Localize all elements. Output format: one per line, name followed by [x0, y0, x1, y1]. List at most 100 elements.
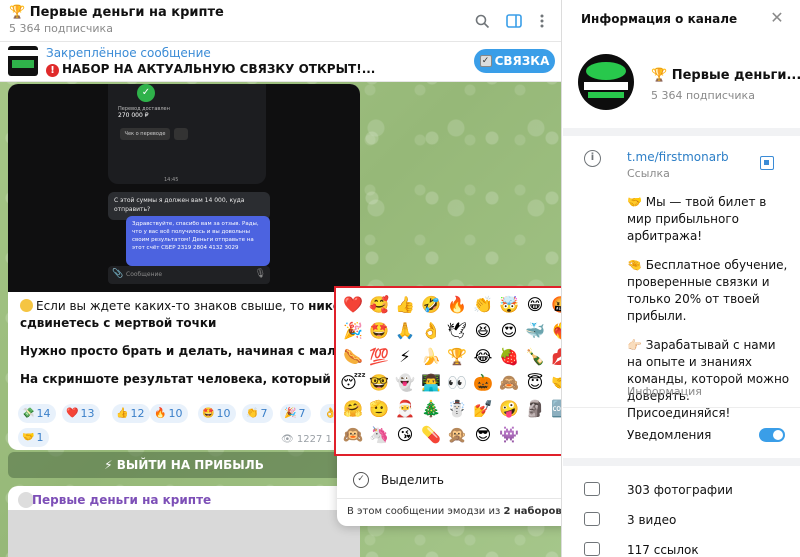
reaction-emoji-option[interactable]: 🕊 — [444, 318, 470, 344]
reaction-emoji-option[interactable]: 👍 — [392, 292, 418, 318]
post-paragraph-1: Если вы ждете каких-то знаков свыше, то … — [20, 298, 360, 332]
reaction-emoji-option[interactable]: 💊 — [418, 422, 444, 448]
qr-code-icon[interactable] — [760, 156, 774, 170]
reaction-chip[interactable]: 🤩 10 — [198, 404, 237, 423]
reaction-emoji: 🔥 — [154, 408, 167, 419]
context-menu-select[interactable]: Выделить — [381, 473, 444, 487]
reaction-chip[interactable]: 🔥 10 — [150, 404, 189, 423]
chat-area: 🏆 Первые деньги на крипте 5 364 подписчи… — [0, 0, 562, 557]
reaction-emoji-option[interactable]: 🤝 — [548, 370, 561, 396]
chat-title[interactable]: 🏆 Первые деньги на крипте — [9, 5, 224, 20]
search-icon[interactable] — [472, 11, 492, 31]
reaction-emoji-option[interactable]: 🍓 — [496, 344, 522, 370]
next-post[interactable]: Первые деньги на крипте — [8, 486, 360, 557]
reaction-emoji-option[interactable]: ⚡ — [392, 344, 418, 370]
more-vertical-icon[interactable] — [532, 11, 552, 31]
sidebar-toggle-icon[interactable] — [504, 11, 524, 31]
reaction-emoji-option[interactable]: 🍾 — [522, 344, 548, 370]
reaction-emoji-option[interactable]: 🤓 — [366, 370, 392, 396]
reaction-emoji-option[interactable]: 🙉 — [340, 422, 366, 448]
reaction-emoji-option[interactable]: 🎄 — [418, 396, 444, 422]
channel-avatar[interactable] — [578, 54, 634, 110]
reaction-emoji-option[interactable]: 🙊 — [444, 422, 470, 448]
paperclip-icon: 📎 — [112, 269, 124, 279]
reaction-emoji-option[interactable]: 🎅 — [392, 396, 418, 422]
reaction-emoji-option[interactable]: ☃️ — [444, 396, 470, 422]
channel-post[interactable]: ✓ Перевод доставлен 270 000 ₽ Чек о пере… — [8, 84, 360, 450]
reaction-emoji-option[interactable]: 🍌 — [418, 344, 444, 370]
emoji-sets-info[interactable]: В этом сообщении эмодзи из 2 наборов. — [347, 506, 561, 517]
reaction-emoji-option[interactable]: 😆 — [470, 318, 496, 344]
reaction-emoji-option[interactable]: 👾 — [496, 422, 522, 448]
reaction-emoji: 👏 — [246, 408, 259, 419]
post-photo[interactable]: ✓ Перевод доставлен 270 000 ₽ Чек о пере… — [8, 84, 360, 292]
reaction-emoji-option[interactable]: 🌭 — [340, 344, 366, 370]
channel-info-panel: Информация о канале ✕ 🏆 Первые деньги...… — [563, 0, 800, 557]
emoji-sets-count[interactable]: 2 наборов — [503, 506, 561, 517]
cta-button[interactable]: ⚡ ВЫЙТИ НА ПРИБЫЛЬ — [8, 452, 360, 478]
reaction-chip[interactable]: 💸 14 — [18, 404, 57, 423]
channel-link-caption: Ссылка — [627, 167, 670, 180]
reaction-emoji-option[interactable]: ❤️ — [340, 292, 366, 318]
chat-header[interactable]: 🏆 Первые деньги на крипте 5 364 подписчи… — [0, 0, 561, 42]
reaction-emoji-option[interactable]: 🎃 — [470, 370, 496, 396]
reaction-emoji-option[interactable]: 🤪 — [496, 396, 522, 422]
media-row[interactable]: 3 видео — [563, 506, 800, 534]
share-button — [174, 128, 188, 140]
reaction-emoji-option[interactable]: 😎 — [470, 422, 496, 448]
channel-link[interactable]: t.me/firstmonarb — [627, 150, 729, 164]
reaction-emoji-option[interactable]: 🤩 — [366, 318, 392, 344]
screenshot-input-placeholder: Сообщение — [126, 271, 163, 278]
thinking-emoji-icon — [20, 299, 33, 312]
reaction-count: 13 — [80, 407, 95, 420]
reaction-emoji-option[interactable]: 👏 — [470, 292, 496, 318]
reaction-emoji-option[interactable]: 🤣 — [418, 292, 444, 318]
pinned-link-button[interactable]: ✓ СВЯЗКА — [474, 49, 555, 73]
reaction-emoji-option[interactable]: 🥰 — [366, 292, 392, 318]
reaction-emoji-option[interactable]: 🤗 — [340, 396, 366, 422]
reaction-emoji-option[interactable]: 😍 — [496, 318, 522, 344]
reaction-chip[interactable]: 🤝 1 — [18, 428, 50, 447]
reaction-emoji-option[interactable]: 💯 — [366, 344, 392, 370]
reaction-emoji-option[interactable]: 🤬 — [548, 292, 561, 318]
reaction-emoji-option[interactable]: 🙈 — [496, 370, 522, 396]
reaction-emoji-option[interactable]: 🎉 — [340, 318, 366, 344]
reaction-emoji-option[interactable]: 😴 — [340, 370, 366, 396]
reaction-emoji-option[interactable]: 😂 — [470, 344, 496, 370]
reaction-chip[interactable]: 🎉 7 — [280, 404, 312, 423]
media-row[interactable]: 117 ссылок — [563, 536, 800, 557]
reaction-emoji-option[interactable]: 😁 — [522, 292, 548, 318]
reaction-emoji-option[interactable]: 👀 — [444, 370, 470, 396]
reaction-emoji-option[interactable]: 😇 — [522, 370, 548, 396]
reaction-emoji-option[interactable]: 👻 — [392, 370, 418, 396]
reaction-emoji-option[interactable]: 🤯 — [496, 292, 522, 318]
section-divider — [563, 458, 800, 466]
reaction-emoji-option[interactable]: 🏆 — [444, 344, 470, 370]
reaction-emoji-option[interactable]: 💋 — [548, 344, 561, 370]
reaction-emoji-option[interactable]: 👨‍💻 — [418, 370, 444, 396]
post-p1-c: сдвинетесь с мертвой точки — [20, 316, 217, 330]
reaction-emoji-option[interactable]: 🙏 — [392, 318, 418, 344]
reaction-emoji-option[interactable]: 🐳 — [522, 318, 548, 344]
context-menu-divider — [337, 498, 561, 499]
reaction-emoji-option[interactable]: ❤️‍🔥 — [548, 318, 561, 344]
next-post-image[interactable] — [8, 510, 360, 557]
notifications-toggle[interactable] — [759, 428, 785, 442]
reaction-emoji-option[interactable]: 👌 — [418, 318, 444, 344]
channel-subscribers: 5 364 подписчика — [651, 89, 755, 102]
pinned-text-content: НАБОР НА АКТУАЛЬНУЮ СВЯЗКУ ОТКРЫТ!... — [62, 62, 376, 76]
reaction-count: 7 — [260, 407, 268, 420]
reaction-emoji-option[interactable]: 😘 — [392, 422, 418, 448]
reaction-chip[interactable]: 👍 12 — [112, 404, 151, 423]
reaction-chip[interactable]: ❤️ 13 — [62, 404, 101, 423]
reaction-emoji-option[interactable]: 💅 — [470, 396, 496, 422]
reaction-emoji-option[interactable]: 🗿 — [522, 396, 548, 422]
close-icon[interactable]: ✕ — [768, 9, 786, 27]
reaction-emoji-option[interactable]: 🦄 — [366, 422, 392, 448]
reaction-emoji-option[interactable]: 🆒 — [548, 396, 561, 422]
reaction-emoji-option[interactable]: 🔥 — [444, 292, 470, 318]
reaction-chip[interactable]: 👏 7 — [242, 404, 274, 423]
next-post-author[interactable]: Первые деньги на крипте — [32, 493, 211, 507]
reaction-emoji-option[interactable]: 🫡 — [366, 396, 392, 422]
media-row[interactable]: 303 фотографии — [563, 476, 800, 504]
